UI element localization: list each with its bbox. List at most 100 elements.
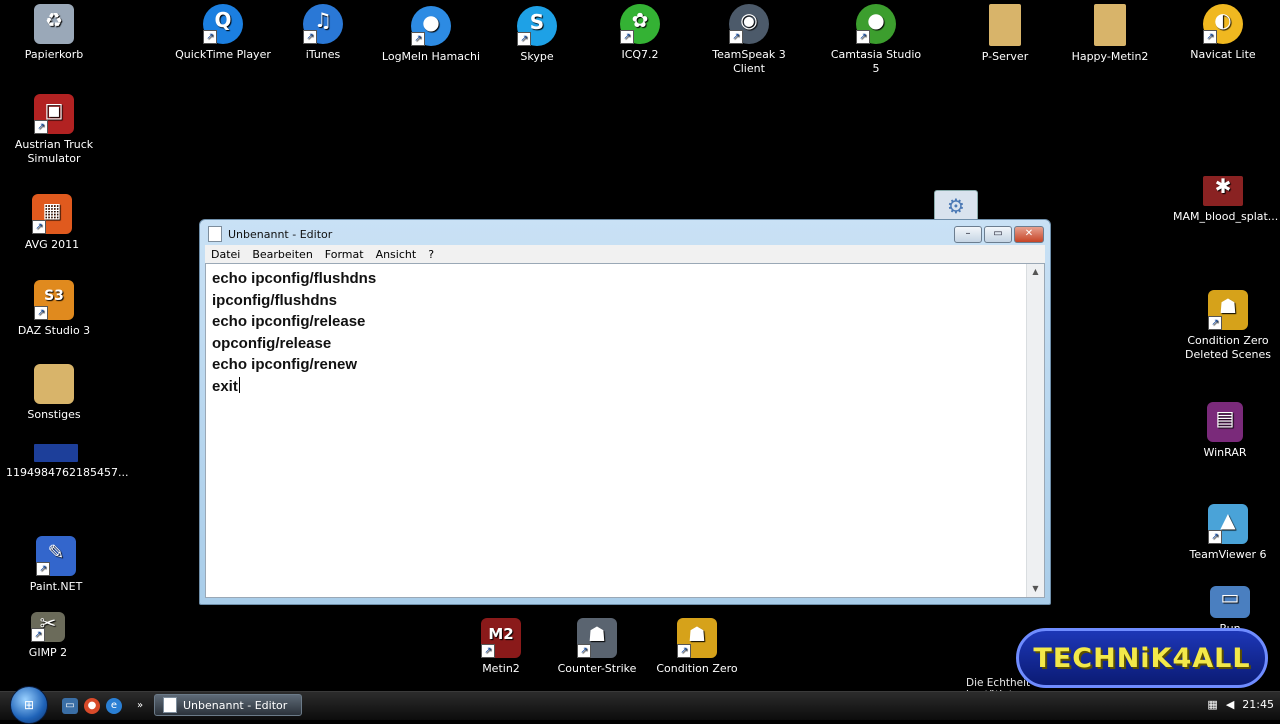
desktop-icon-navicat-lite[interactable]: ◐ ↗ Navicat Lite [1173,4,1273,62]
desktop-icon-label: TeamViewer 6 [1189,548,1267,561]
desktop-icon-label: Papierkorb [24,48,84,61]
desktop-icon-teamspeak-3-client[interactable]: ◉ ↗ TeamSpeak 3 Client [699,4,799,76]
editor-text: echo ipconfig/flushdns ipconfig/flushdns… [212,268,376,398]
menu-format[interactable]: Format [319,248,370,261]
desktop-icon-p-server[interactable]: P-Server [955,4,1055,64]
text-caret [238,376,240,393]
text-line-last: exit [212,376,376,398]
folder-icon [1094,4,1126,46]
desktop-icon-daz-studio-3[interactable]: S3 ↗ DAZ Studio 3 [4,280,104,338]
notepad-icon [163,697,177,713]
quicklaunch-expand-icon[interactable]: » [132,698,148,714]
desktop-icon-condition-zero-deleted-scenes[interactable]: ☗ ↗ Condition Zero Deleted Scenes [1178,290,1278,362]
start-button[interactable]: ⊞ [10,686,48,724]
desktop-icon-gimp-2[interactable]: ✂ ↗ GIMP 2 [0,612,98,660]
text-line: ipconfig/flushdns [212,291,337,309]
desktop-icon-label: Counter-Strike [557,662,637,675]
desktop-icon-skype[interactable]: S ↗ Skype [487,6,587,64]
minimize-button[interactable]: – [954,226,982,243]
menu-ansicht[interactable]: Ansicht [370,248,423,261]
desktop-icon-image-file[interactable]: 1194984762185457... [6,444,128,480]
window-titlebar[interactable]: Unbenannt - Editor [208,224,332,244]
menu-bearbeiten[interactable]: Bearbeiten [246,248,318,261]
counter-strike-icon: ☗ ↗ [577,618,617,658]
volume-icon[interactable]: ◀ [1226,698,1234,711]
menu-help[interactable]: ? [422,248,440,261]
desktop-icon-label: TeamSpeak 3 Client [712,48,786,75]
teamspeak-icon: ◉ ↗ [729,4,769,44]
clock[interactable]: 21:45 [1242,698,1274,711]
show-desktop-icon[interactable]: ▭ [62,698,78,714]
desktop-icon-label: Condition Zero Deleted Scenes [1185,334,1271,361]
desktop-icon-avg-2011[interactable]: ▦ ↗ AVG 2011 [2,194,102,252]
desktop-icon-condition-zero[interactable]: ☗ ↗ Condition Zero [647,618,747,676]
desktop-icon-icq[interactable]: ✿ ↗ ICQ7.2 [590,4,690,62]
desktop-icon-label: DAZ Studio 3 [17,324,91,337]
text-line: exit [212,377,238,395]
quicktime-icon: Q ↗ [203,4,243,44]
desktop-icon-camtasia-studio-5[interactable]: ● ↗ Camtasia Studio 5 [826,4,926,76]
desktop-icon-metin2[interactable]: M2 ↗ Metin2 [451,618,551,676]
folder-icon [989,4,1021,46]
window-controls: – ▭ ✕ [954,226,1044,243]
vertical-scrollbar[interactable]: ▲ ▼ [1026,264,1044,597]
text-line: opconfig/release [212,334,332,352]
internet-explorer-icon[interactable]: e [106,698,122,714]
run-icon: ▭ [1210,586,1250,618]
desktop-icon-label: WinRAR [1203,446,1247,459]
truck-simulator-icon: ▣ ↗ [34,94,74,134]
desktop-icon-paint-net[interactable]: ✎ ↗ Paint.NET [6,536,106,594]
taskbar-item-label: Unbenannt - Editor [183,698,288,712]
icq-icon: ✿ ↗ [620,4,660,44]
notepad-window[interactable]: Unbenannt - Editor – ▭ ✕ Datei Bearbeite… [199,219,1051,605]
desktop-icon-label: Sonstiges [27,408,81,421]
avg-icon: ▦ ↗ [32,194,72,234]
desktop-icon-itunes[interactable]: ♫ ↗ iTunes [273,4,373,62]
teamviewer-icon: ▲ ↗ [1208,504,1248,544]
paintnet-icon: ✎ ↗ [36,536,76,576]
desktop-icon-winrar[interactable]: ▤ WinRAR [1175,402,1275,460]
desktop-icon-label: iTunes [305,48,341,61]
maximize-button[interactable]: ▭ [984,226,1012,243]
desktop-icon-label: 1194984762185457... [6,466,129,479]
text-editor-area[interactable]: echo ipconfig/flushdns ipconfig/flushdns… [205,263,1045,598]
winrar-icon: ▤ [1207,402,1243,442]
image-file-icon: ✱ [1203,176,1243,206]
desktop-icon-sonstiges[interactable]: Sonstiges [4,364,104,422]
condition-zero-icon: ☗ ↗ [677,618,717,658]
desktop-icon-quicktime-player[interactable]: Q ↗ QuickTime Player [173,4,273,62]
desktop-icon-label: Paint.NET [29,580,83,593]
desktop-icon-teamviewer-6[interactable]: ▲ ↗ TeamViewer 6 [1178,504,1278,562]
menu-datei[interactable]: Datei [205,248,246,261]
desktop-icon-austrian-truck-simulator[interactable]: ▣ ↗ Austrian Truck Simulator [4,94,104,166]
channel-logo-text: TECHNiK4ALL [1033,642,1251,674]
camtasia-icon: ● ↗ [856,4,896,44]
system-tray: ▦ ◀ 21:45 [1207,698,1274,711]
desktop-icon-label: Metin2 [482,662,520,675]
scroll-up-icon[interactable]: ▲ [1027,264,1044,280]
desktop-icon-counter-strike[interactable]: ☗ ↗ Counter-Strike [547,618,647,676]
gadget-gear-icon[interactable]: ⚙ [934,190,978,222]
window-title: Unbenannt - Editor [228,227,333,241]
gimp-icon: ✂ ↗ [31,612,65,642]
close-button[interactable]: ✕ [1014,226,1044,243]
windows-logo-icon: ⊞ [23,698,35,712]
browser-icon[interactable]: ● [84,698,100,714]
notepad-icon [208,226,222,242]
hamachi-icon: ● ↗ [411,6,451,46]
desktop-icon-label: ICQ7.2 [621,48,659,61]
desktop-icon-papierkorb[interactable]: ♻ Papierkorb [4,4,104,62]
desktop-icon-mam-blood-splat[interactable]: ✱ MAM_blood_splat... [1173,176,1278,224]
recycle-bin-icon: ♻ [34,4,74,44]
desktop-icon-logmein-hamachi[interactable]: ● ↗ LogMeIn Hamachi [381,6,481,64]
taskbar-item-notepad[interactable]: Unbenannt - Editor [154,694,302,716]
image-file-icon [34,444,78,462]
desktop-icon-label: Navicat Lite [1190,48,1256,61]
desktop-icon-happy-metin2[interactable]: Happy-Metin2 [1060,4,1160,64]
desktop-icon-label: Austrian Truck Simulator [14,138,94,165]
desktop-icon-label: GIMP 2 [28,646,68,659]
network-icon[interactable]: ▦ [1207,698,1217,711]
scroll-down-icon[interactable]: ▼ [1027,581,1044,597]
desktop-icon-label: QuickTime Player [175,48,271,61]
taskbar: ⊞ ▭ ● e » Unbenannt - Editor ▦ ◀ 21:45 [0,686,1280,724]
